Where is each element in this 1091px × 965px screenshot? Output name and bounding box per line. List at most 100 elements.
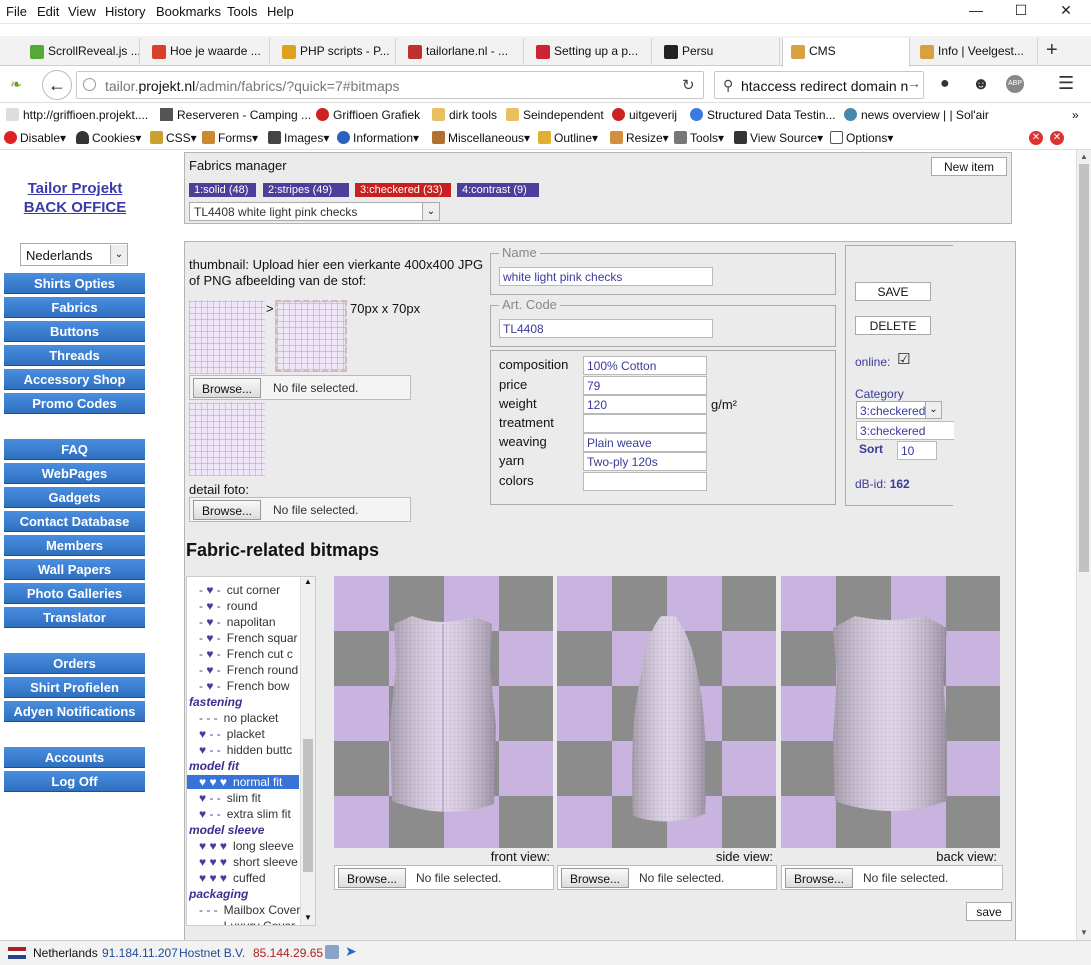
sidebar-item-accounts[interactable]: Accounts — [4, 747, 145, 768]
search-input[interactable]: htaccess redirect domain n — [741, 78, 908, 94]
tree-item[interactable]: - ♥ - cut corner — [189, 583, 280, 597]
tree-item[interactable]: - - - no placket — [189, 711, 278, 725]
sidebar-item-photo-galleries[interactable]: Photo Galleries — [4, 583, 145, 604]
tab-info-veelgest[interactable]: Info | Veelgest... — [912, 38, 1038, 66]
fabric-select[interactable]: TL4408 white light pink checks ⌄ — [189, 202, 440, 221]
delete-button[interactable]: DELETE — [855, 316, 931, 335]
tree-item[interactable]: - ♥ - round — [189, 599, 258, 613]
tab-hoe-je-waarde[interactable]: Hoe je waarde ... — [144, 38, 270, 66]
dev-images[interactable]: Images▾ — [268, 131, 329, 145]
back-view-file-input[interactable]: Browse... No file selected. — [781, 865, 1003, 890]
yarn-input[interactable]: Two-ply 120s — [583, 452, 707, 471]
bookmark-item[interactable]: uitgeverij — [612, 108, 677, 122]
hamburger-menu-icon[interactable]: ☰ — [1058, 73, 1074, 94]
bitmaps-save-button[interactable]: save — [966, 902, 1012, 921]
bookmark-item[interactable]: Structured Data Testin... — [690, 108, 836, 122]
thumbnail-file-input[interactable]: Browse... No file selected. — [189, 375, 411, 400]
bitmap-tree-list[interactable]: - ♥ - cut corner - ♥ - round - ♥ - napolitan -… — [186, 576, 316, 926]
search-box[interactable]: ⚲ htaccess redirect domain n — [714, 71, 924, 99]
tree-item[interactable]: - - - Luxury Cover — [189, 919, 295, 925]
bookmark-item[interactable]: Griffioen Grafiek — [316, 108, 420, 122]
tree-scrollbar-thumb[interactable] — [303, 739, 313, 872]
network-icon[interactable] — [325, 945, 339, 959]
sidebar-item-buttons[interactable]: Buttons — [4, 321, 145, 342]
dev-options[interactable]: Options▾ — [830, 131, 893, 145]
close-toolbar-icon[interactable]: ✕ — [1050, 131, 1064, 145]
dev-outline[interactable]: Outline▾ — [538, 131, 598, 145]
dev-resize[interactable]: Resize▾ — [610, 131, 669, 145]
detail-file-input[interactable]: Browse... No file selected. — [189, 497, 411, 522]
tree-item[interactable]: ♥ - - slim fit — [189, 791, 261, 805]
dev-view-source[interactable]: View Source▾ — [734, 131, 823, 145]
tree-item[interactable]: ♥ ♥ ♥ cuffed — [189, 871, 266, 885]
more-bookmarks-icon[interactable]: » — [1072, 108, 1079, 122]
sidebar-item-log-off[interactable]: Log Off — [4, 771, 145, 792]
tab-cms[interactable]: CMS — [782, 38, 910, 68]
url-bar[interactable]: tailor.projekt.nl/admin/fabrics/?quick=7… — [76, 71, 704, 99]
bookmark-item[interactable]: http://griffioen.projekt.... — [6, 108, 148, 122]
new-item-button[interactable]: New item — [931, 157, 1007, 176]
sidebar-item-promo-codes[interactable]: Promo Codes — [4, 393, 145, 414]
sidebar-item-fabrics[interactable]: Fabrics — [4, 297, 145, 318]
sidebar-item-accessory-shop[interactable]: Accessory Shop — [4, 369, 145, 390]
reload-icon[interactable]: ↻ — [682, 76, 695, 94]
filter-checkered[interactable]: 3:checkered (33) — [355, 183, 451, 197]
page-scrollbar[interactable]: ▲ ▼ — [1076, 150, 1091, 940]
brand-subtitle[interactable]: BACK OFFICE — [0, 199, 150, 216]
menu-history[interactable]: History — [105, 4, 145, 19]
price-input[interactable]: 79 — [583, 376, 707, 395]
tab-tailorlane[interactable]: tailorlane.nl - ... — [400, 38, 524, 66]
bookmark-item[interactable]: Reserveren - Camping ... — [160, 108, 311, 122]
browse-button[interactable]: Browse... — [193, 500, 262, 520]
dev-tools[interactable]: Tools▾ — [674, 131, 724, 145]
save-button[interactable]: SAVE — [855, 282, 931, 301]
colors-input[interactable] — [583, 472, 707, 491]
sidebar-item-shirts-opties[interactable]: Shirts Opties — [4, 273, 145, 294]
brand-title[interactable]: Tailor Projekt — [0, 180, 150, 197]
online-checkbox[interactable]: ☑ — [897, 350, 910, 368]
sidebar-item-adyen-notifications[interactable]: Adyen Notifications — [4, 701, 145, 722]
front-view-file-input[interactable]: Browse... No file selected. — [334, 865, 554, 890]
menu-help[interactable]: Help — [267, 4, 294, 19]
composition-input[interactable]: 100% Cotton — [583, 356, 707, 375]
new-tab-icon[interactable]: + — [1046, 39, 1058, 62]
art-code-input[interactable]: TL4408 — [499, 319, 713, 338]
menu-tools[interactable]: Tools — [227, 4, 257, 19]
adblock-icon[interactable]: ABP — [1006, 75, 1024, 93]
dev-miscellaneous[interactable]: Miscellaneous▾ — [432, 131, 530, 145]
tree-item[interactable]: ♥ - - placket — [189, 727, 265, 741]
minimize-icon[interactable]: — — [962, 2, 990, 22]
tree-item[interactable]: - ♥ - napolitan — [189, 615, 276, 629]
sidebar-item-threads[interactable]: Threads — [4, 345, 145, 366]
chevron-down-icon[interactable]: ▼ — [1080, 928, 1088, 937]
filter-solid[interactable]: 1:solid (48) — [189, 183, 256, 197]
sidebar-item-wall-papers[interactable]: Wall Papers — [4, 559, 145, 580]
tab-php-scripts[interactable]: PHP scripts - P... — [274, 38, 396, 66]
dev-cookies[interactable]: Cookies▾ — [76, 131, 141, 145]
search-go-icon[interactable]: → — [907, 75, 921, 91]
tree-item[interactable]: - - - Mailbox Cover — [189, 903, 300, 917]
category-select[interactable]: 3:checkered ⌄ — [856, 401, 942, 419]
browse-button[interactable]: Browse... — [561, 868, 630, 888]
menu-view[interactable]: View — [68, 4, 96, 19]
sidebar-item-gadgets[interactable]: Gadgets — [4, 487, 145, 508]
close-window-icon[interactable]: ✕ — [1052, 2, 1080, 22]
chevron-up-icon[interactable]: ▲ — [1080, 152, 1088, 161]
tab-persu[interactable]: Persu — [656, 38, 780, 66]
tree-item[interactable]: ♥ - - hidden buttc — [189, 743, 292, 757]
cursor-icon[interactable]: ➤ — [345, 943, 357, 960]
error-icon[interactable]: ✕ — [1029, 131, 1043, 145]
weaving-input[interactable]: Plain weave — [583, 433, 707, 452]
tree-scrollbar[interactable]: ▲ ▼ — [300, 577, 315, 925]
tree-item[interactable]: ♥ ♥ ♥ normal fit — [187, 775, 299, 789]
globe-icon[interactable]: ● — [940, 75, 950, 93]
bookmark-item[interactable]: news overview | | Sol'air — [844, 108, 989, 122]
bookmark-item[interactable]: dirk tools — [432, 108, 497, 122]
menu-file[interactable]: File — [6, 4, 27, 19]
sidebar-item-contact-database[interactable]: Contact Database — [4, 511, 145, 532]
language-select[interactable]: Nederlands ⌄ — [20, 243, 128, 266]
tree-item[interactable]: - ♥ - French round — [189, 663, 298, 677]
side-view-file-input[interactable]: Browse... No file selected. — [557, 865, 777, 890]
sidebar-item-members[interactable]: Members — [4, 535, 145, 556]
menu-bookmarks[interactable]: Bookmarks — [156, 4, 221, 19]
